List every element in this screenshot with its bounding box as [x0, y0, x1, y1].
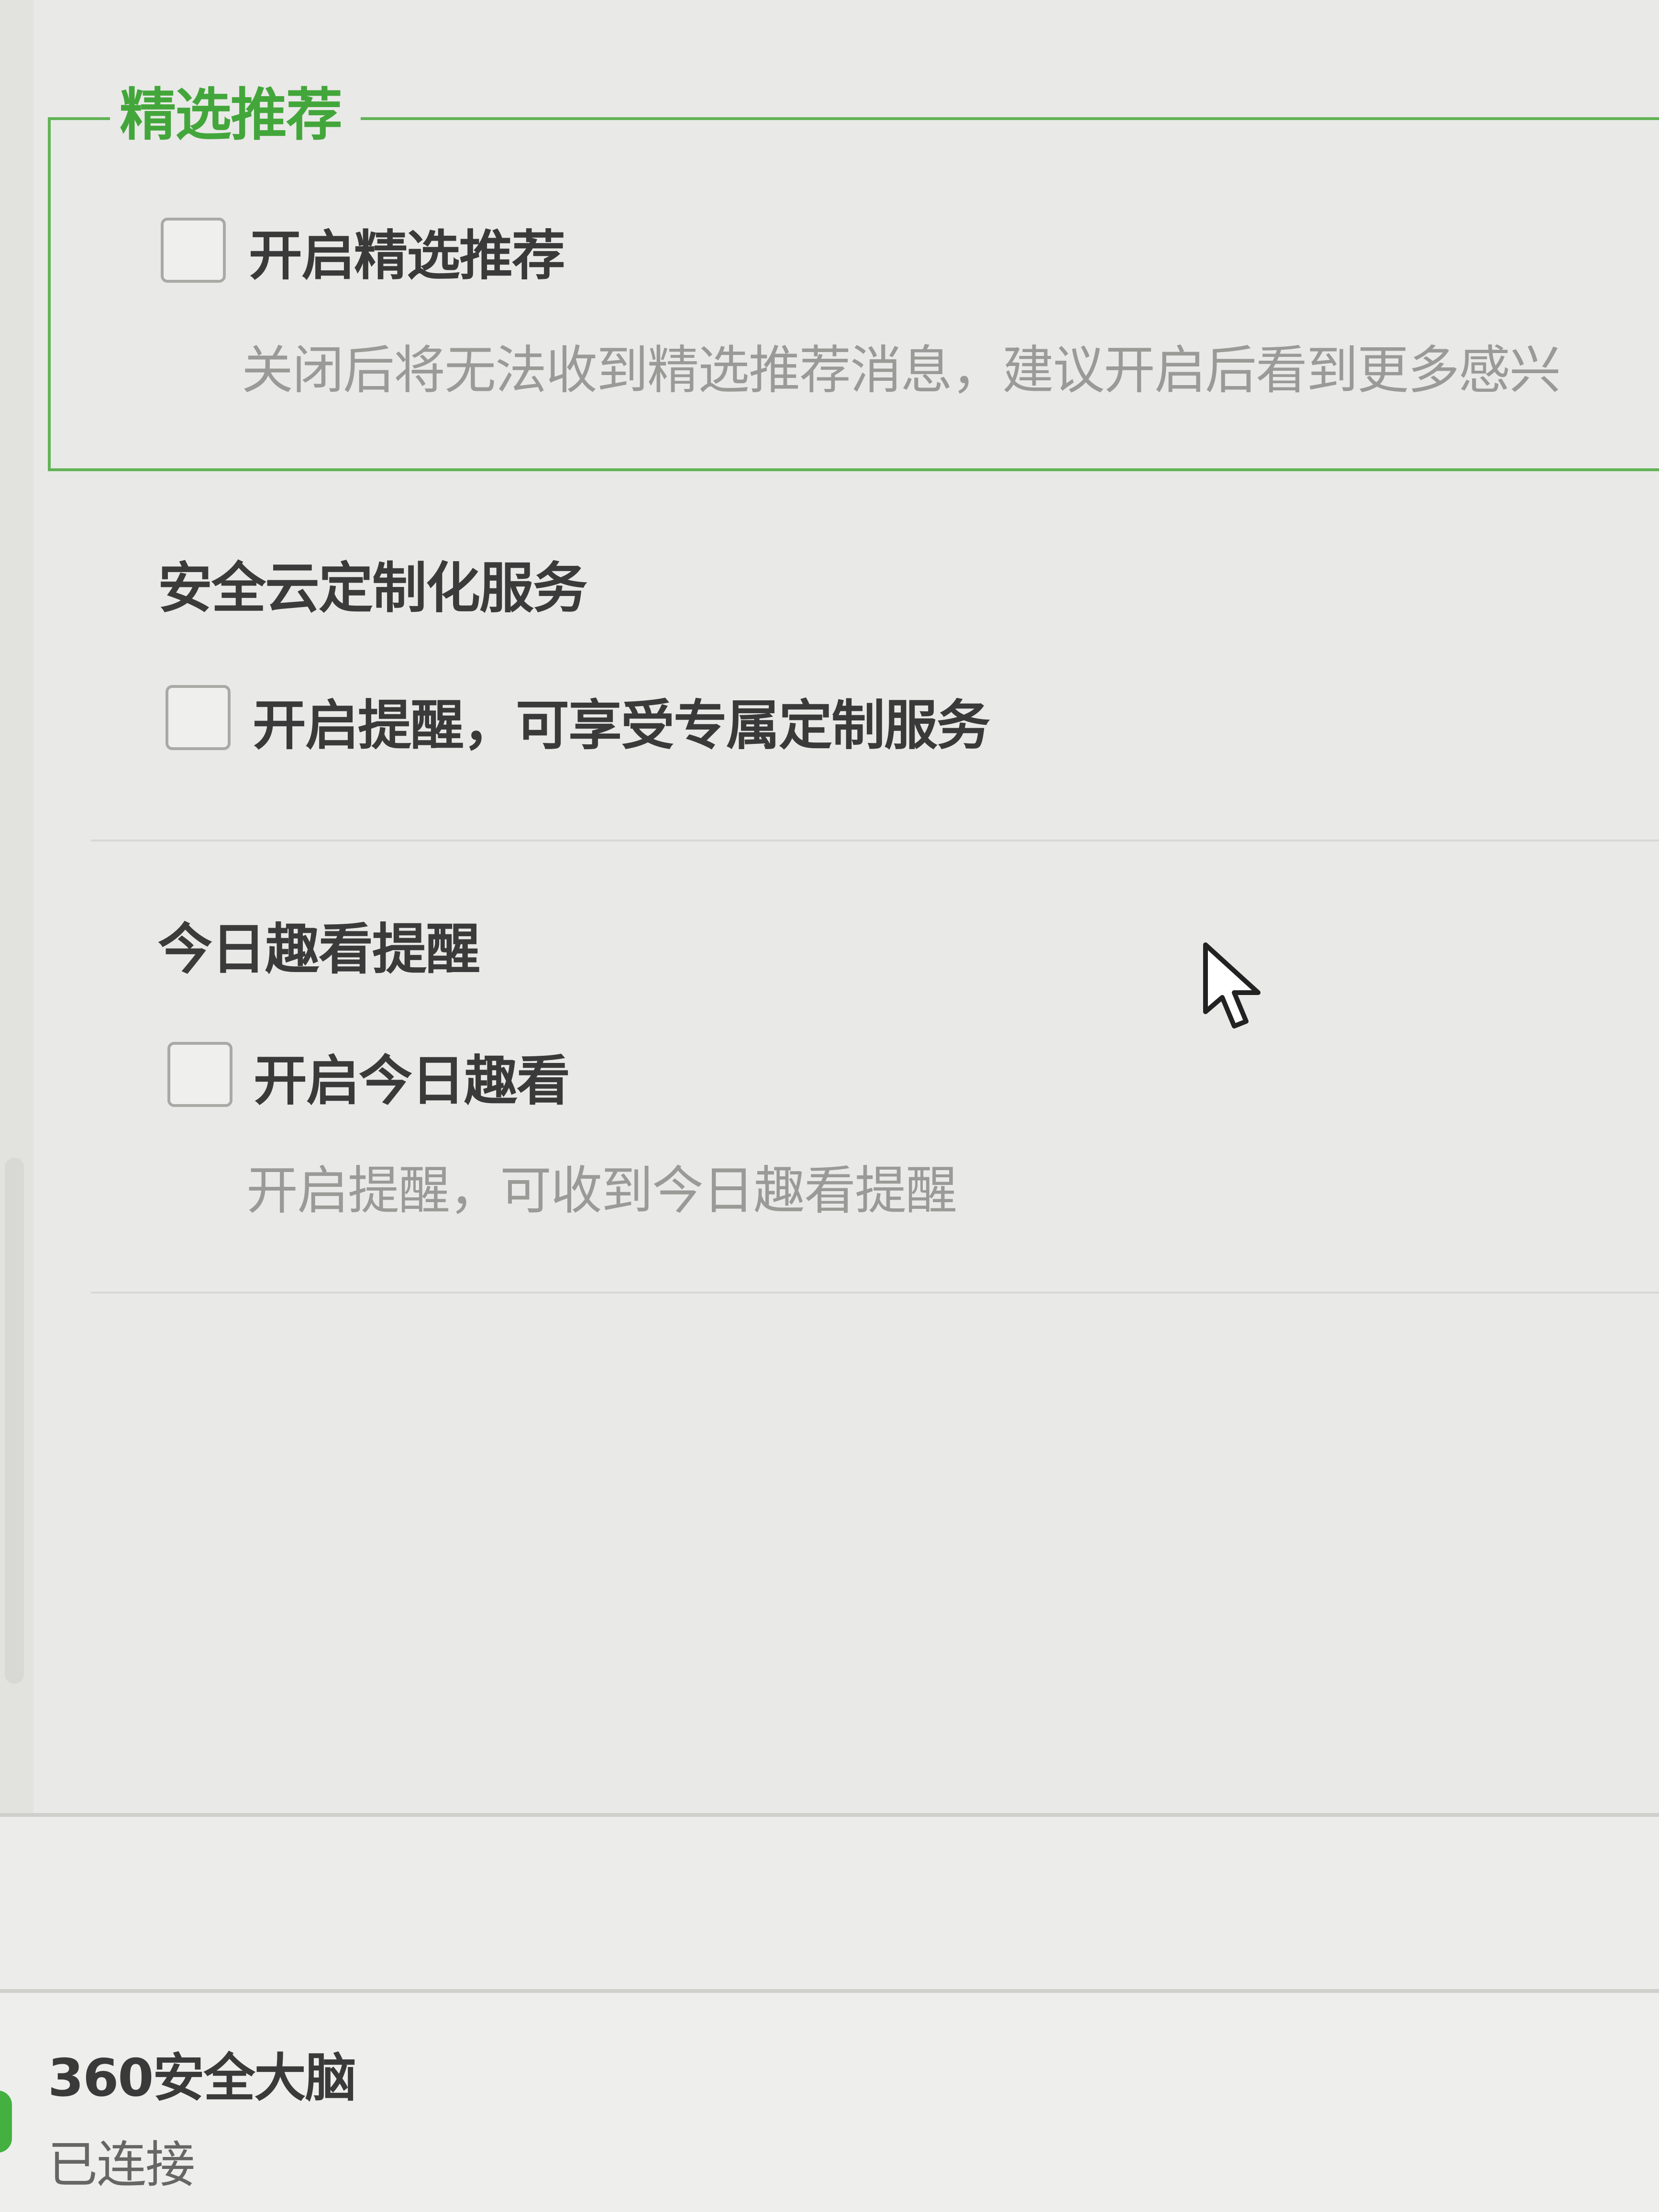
- featured-checkbox[interactable]: [161, 218, 226, 283]
- daily-checkbox-label[interactable]: 开启今日趣看: [254, 1045, 570, 1117]
- daily-checkbox[interactable]: [167, 1042, 232, 1107]
- security-brain-title[interactable]: 360安全大脑: [48, 2043, 356, 2114]
- cloud-service-section-title: 安全云定制化服务: [158, 556, 587, 620]
- featured-description: 关闭后将无法收到精选推荐消息，建议开启后看到更多感兴: [242, 341, 1561, 400]
- connection-status: 已连接: [48, 2135, 195, 2194]
- scrollbar-thumb[interactable]: [5, 1158, 24, 1684]
- daily-description: 开启提醒，可收到今日趣看提醒: [246, 1161, 957, 1221]
- featured-recommendation-group: [48, 117, 1659, 471]
- featured-group-title: 精选推荐: [110, 77, 361, 153]
- featured-checkbox-label[interactable]: 开启精选推荐: [249, 220, 565, 292]
- section-divider: [91, 840, 1659, 841]
- connection-indicator: [0, 2090, 12, 2153]
- cloud-service-checkbox[interactable]: [166, 685, 231, 750]
- footer-band: [0, 1817, 1659, 1989]
- daily-section-title: 今日趣看提醒: [158, 918, 480, 981]
- left-panel-edge: [0, 0, 35, 1818]
- cloud-service-checkbox-label[interactable]: 开启提醒，可享受专属定制服务: [253, 690, 990, 762]
- footer-separator: [0, 1813, 1659, 1817]
- settings-screen: 精选推荐 开启精选推荐 关闭后将无法收到精选推荐消息，建议开启后看到更多感兴 安…: [0, 0, 1659, 2212]
- mouse-pointer-icon: [1203, 942, 1261, 1029]
- section-divider: [91, 1292, 1659, 1294]
